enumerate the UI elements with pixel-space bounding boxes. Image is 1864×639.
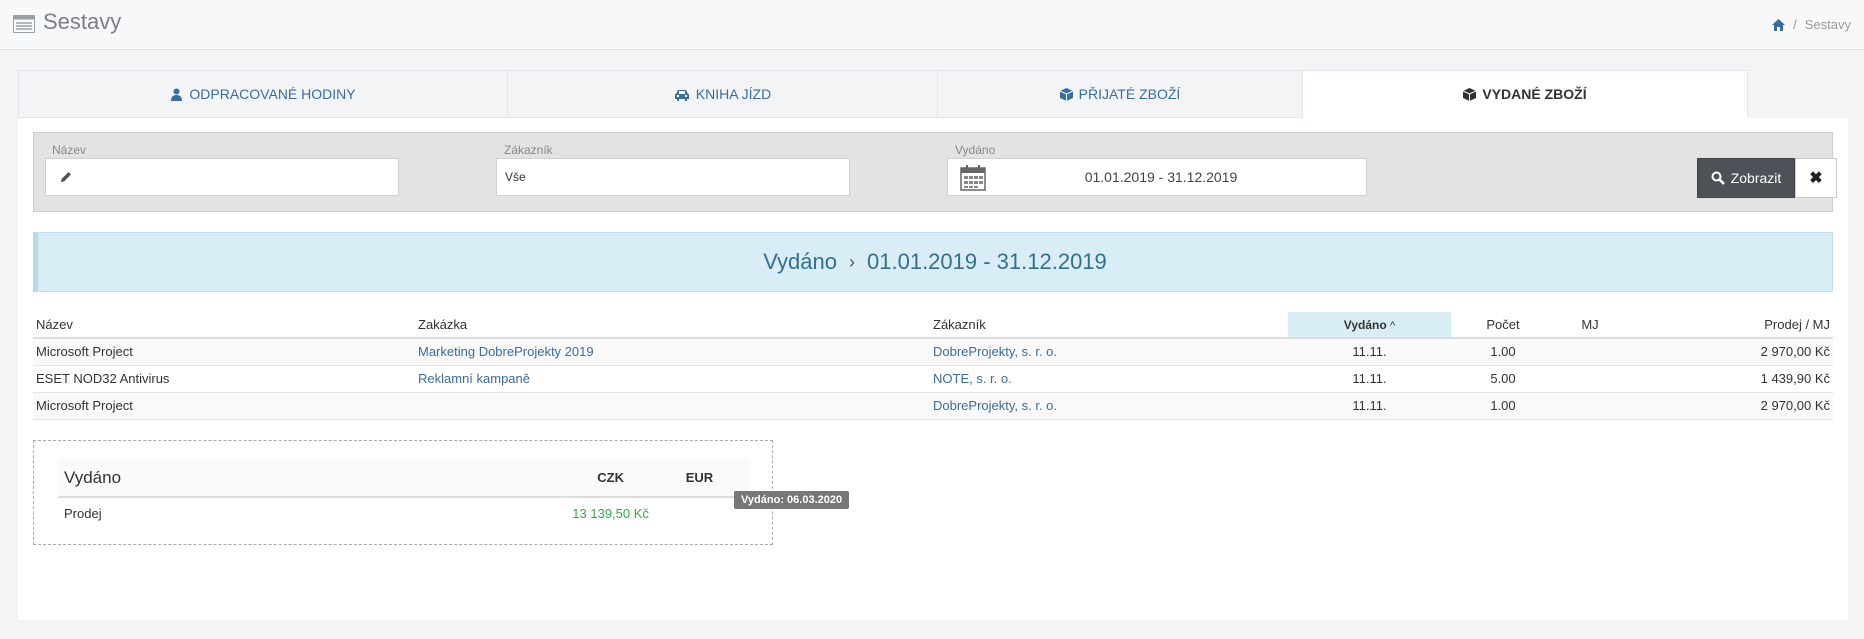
column-header-name[interactable]: Název bbox=[33, 312, 415, 339]
breadcrumb-separator: / bbox=[1793, 17, 1797, 32]
cell-price: 2 970,00 Kč bbox=[1625, 392, 1833, 420]
column-header-count[interactable]: Počet bbox=[1451, 312, 1555, 339]
cell-name: ESET NOD32 Antivirus bbox=[33, 365, 415, 393]
summary-czk-value: 13 139,50 Kč bbox=[572, 506, 649, 521]
cell-name: Microsoft Project bbox=[33, 338, 415, 366]
tab-logbook[interactable]: KNIHA JÍZD bbox=[507, 70, 938, 118]
name-input[interactable] bbox=[45, 158, 399, 196]
tab-worked-hours[interactable]: ODPRACOVANÉ HODINY bbox=[18, 70, 508, 118]
report-panel: ODPRACOVANÉ HODINY KNIHA JÍZD PŘIJATÉ ZB… bbox=[18, 70, 1848, 620]
column-header-unit[interactable]: MJ bbox=[1555, 312, 1625, 339]
tab-label: KNIHA JÍZD bbox=[695, 86, 772, 102]
cell-price: 2 970,00 Kč bbox=[1625, 338, 1833, 366]
summary-title: Vydáno bbox=[58, 459, 573, 498]
table-row: Microsoft Project Marketing DobreProjekt… bbox=[33, 338, 1833, 366]
column-header-issued-label: Vydáno bbox=[1343, 317, 1387, 332]
customer-select[interactable]: Vše bbox=[496, 158, 850, 196]
page-title: Sestavy bbox=[43, 9, 122, 34]
table-header-row: Název Zakázka Zákazník Vydáno ^ Počet MJ… bbox=[33, 312, 1833, 339]
issued-date-range[interactable]: 01.01.2019 - 31.12.2019 bbox=[947, 158, 1367, 196]
tab-label: ODPRACOVANÉ HODINY bbox=[189, 86, 356, 102]
tab-bar: ODPRACOVANÉ HODINY KNIHA JÍZD PŘIJATÉ ZB… bbox=[18, 70, 1848, 118]
cell-issued: 11.11. bbox=[1288, 392, 1451, 420]
banner-label: Vydáno bbox=[763, 249, 838, 274]
customer-link[interactable]: DobreProjekty, s. r. o. bbox=[933, 344, 1057, 359]
cell-count: 1.00 bbox=[1451, 392, 1555, 420]
breadcrumb: / Sestavy bbox=[1772, 17, 1851, 32]
box-icon bbox=[1059, 87, 1073, 101]
table-row: ESET NOD32 Antivirus Reklamní kampaně NO… bbox=[33, 365, 1833, 393]
cell-count: 5.00 bbox=[1451, 365, 1555, 393]
close-icon: ✖ bbox=[1809, 170, 1823, 187]
name-label: Název bbox=[52, 143, 87, 157]
banner-range: 01.01.2019 - 31.12.2019 bbox=[867, 249, 1107, 274]
column-header-customer[interactable]: Zákazník bbox=[930, 312, 1288, 339]
cell-unit bbox=[1555, 338, 1625, 366]
summary-box: Vydáno CZK EUR Prodej 13 139,50 Kč bbox=[33, 440, 773, 545]
tab-issued-goods[interactable]: VYDANÉ ZBOŽÍ bbox=[1302, 70, 1748, 118]
clear-button[interactable]: ✖ bbox=[1795, 158, 1837, 198]
list-icon bbox=[13, 15, 35, 33]
car-icon bbox=[674, 89, 689, 101]
calendar-icon bbox=[960, 165, 986, 191]
customer-link[interactable]: NOTE, s. r. o. bbox=[933, 371, 1012, 386]
table-row: Microsoft Project DobreProjekty, s. r. o… bbox=[33, 392, 1833, 420]
top-bar: Sestavy / Sestavy bbox=[0, 0, 1864, 50]
order-link[interactable]: Marketing DobreProjekty 2019 bbox=[418, 344, 594, 359]
cell-name: Microsoft Project bbox=[33, 392, 415, 420]
cell-count: 1.00 bbox=[1451, 338, 1555, 366]
user-icon bbox=[171, 88, 183, 101]
show-button[interactable]: Zobrazit bbox=[1697, 158, 1795, 198]
issued-label: Vydáno bbox=[955, 143, 996, 157]
breadcrumb-current: Sestavy bbox=[1804, 17, 1851, 32]
pencil-icon bbox=[61, 172, 71, 182]
issued-goods-table: Název Zakázka Zákazník Vydáno ^ Počet MJ… bbox=[33, 312, 1833, 420]
summary-col-czk: CZK bbox=[572, 459, 649, 498]
order-link[interactable]: Reklamní kampaně bbox=[418, 371, 530, 386]
home-icon[interactable] bbox=[1772, 18, 1786, 31]
sort-asc-icon: ^ bbox=[1390, 319, 1396, 332]
issued-value: 01.01.2019 - 31.12.2019 bbox=[1084, 169, 1238, 185]
customer-value: Vše bbox=[505, 170, 526, 184]
customer-link[interactable]: DobreProjekty, s. r. o. bbox=[933, 398, 1057, 413]
summary-row: Prodej 13 139,50 Kč bbox=[58, 497, 750, 529]
cell-issued: 11.11. bbox=[1288, 338, 1451, 366]
issued-date-badge: Vydáno: 06.03.2020 bbox=[734, 491, 850, 509]
tab-label: PŘIJATÉ ZBOŽÍ bbox=[1078, 86, 1181, 102]
tab-received-goods[interactable]: PŘIJATÉ ZBOŽÍ bbox=[937, 70, 1303, 118]
search-icon bbox=[1711, 171, 1725, 185]
show-button-label: Zobrazit bbox=[1730, 170, 1782, 186]
cell-unit bbox=[1555, 392, 1625, 420]
filter-bar: Název Zákazník Vše Vydáno 01.01.2019 - 3… bbox=[33, 132, 1837, 212]
box-icon bbox=[1463, 87, 1477, 101]
summary-table: Vydáno CZK EUR Prodej 13 139,50 Kč bbox=[58, 459, 750, 529]
column-header-order[interactable]: Zakázka bbox=[415, 312, 930, 339]
summary-row-label: Prodej bbox=[64, 506, 102, 521]
customer-label: Zákazník bbox=[504, 143, 553, 157]
range-banner: Vydáno › 01.01.2019 - 31.12.2019 bbox=[33, 232, 1833, 292]
cell-price: 1 439,90 Kč bbox=[1625, 365, 1833, 393]
cell-unit bbox=[1555, 365, 1625, 393]
cell-issued: 11.11. bbox=[1288, 365, 1451, 393]
column-header-issued[interactable]: Vydáno ^ bbox=[1288, 312, 1451, 339]
tab-label: VYDANÉ ZBOŽÍ bbox=[1482, 86, 1587, 102]
column-header-price[interactable]: Prodej / MJ bbox=[1625, 312, 1833, 339]
chevron-right-icon: › bbox=[849, 251, 856, 272]
